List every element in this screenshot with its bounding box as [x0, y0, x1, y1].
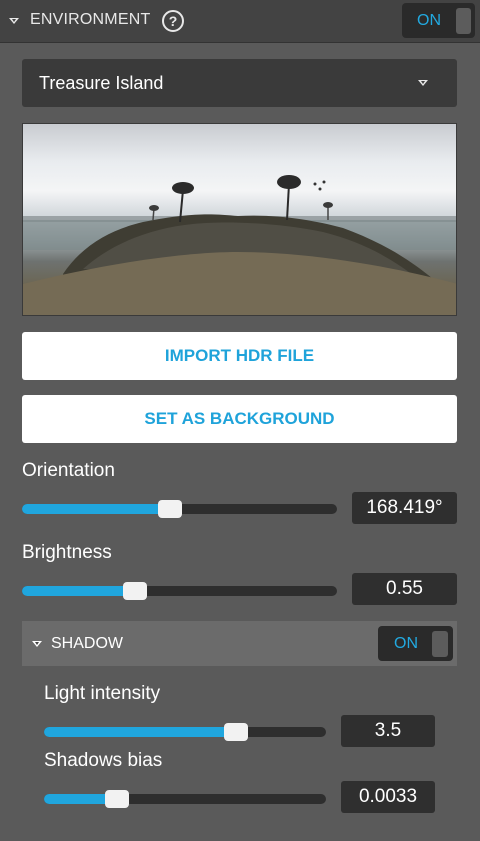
toggle-on-label: ON [417, 12, 441, 29]
shadow-section-header: SHADOW ON [22, 621, 457, 666]
orientation-slider-fill [22, 504, 171, 514]
collapse-chevron-icon[interactable] [9, 18, 19, 24]
toggle-knob [456, 8, 471, 34]
light-intensity-slider-fill [44, 727, 236, 737]
brightness-slider-fill [22, 586, 136, 596]
chevron-down-icon [418, 80, 428, 86]
set-as-background-button[interactable]: SET AS BACKGROUND [22, 395, 457, 443]
shadows-bias-label: Shadows bias [44, 750, 163, 771]
brightness-slider-thumb[interactable] [123, 582, 148, 600]
shadows-bias-value-field[interactable]: 0.0033 [341, 781, 435, 813]
environment-preview-image [22, 123, 457, 316]
brightness-label: Brightness [22, 542, 112, 563]
import-hdr-button[interactable]: IMPORT HDR FILE [22, 332, 457, 380]
light-intensity-slider[interactable] [44, 723, 326, 741]
shadow-title: SHADOW [51, 635, 123, 652]
light-intensity-slider-thumb[interactable] [223, 723, 248, 741]
orientation-label: Orientation [22, 460, 115, 481]
orientation-slider[interactable] [22, 500, 337, 518]
shadow-toggle-on-label: ON [394, 635, 418, 652]
orientation-slider-thumb[interactable] [158, 500, 183, 518]
brightness-slider[interactable] [22, 582, 337, 600]
environment-toggle[interactable]: ON [402, 3, 475, 38]
orientation-value-field[interactable]: 168.419° [352, 492, 457, 524]
help-icon[interactable]: ? [162, 10, 184, 32]
light-intensity-value-field[interactable]: 3.5 [341, 715, 435, 747]
brightness-value-field[interactable]: 0.55 [352, 573, 457, 605]
shadow-toggle[interactable]: ON [378, 626, 453, 661]
shadows-bias-slider-thumb[interactable] [105, 790, 130, 808]
light-intensity-label: Light intensity [44, 683, 161, 704]
selected-environment: Treasure Island [39, 73, 164, 93]
section-title: ENVIRONMENT [30, 11, 151, 28]
shadows-bias-slider[interactable] [44, 790, 326, 808]
shadow-toggle-knob [432, 631, 448, 657]
environment-header: ENVIRONMENT ? ON [0, 0, 480, 43]
environment-select[interactable]: Treasure Island [22, 59, 457, 107]
shadow-collapse-chevron-icon[interactable] [32, 641, 42, 647]
